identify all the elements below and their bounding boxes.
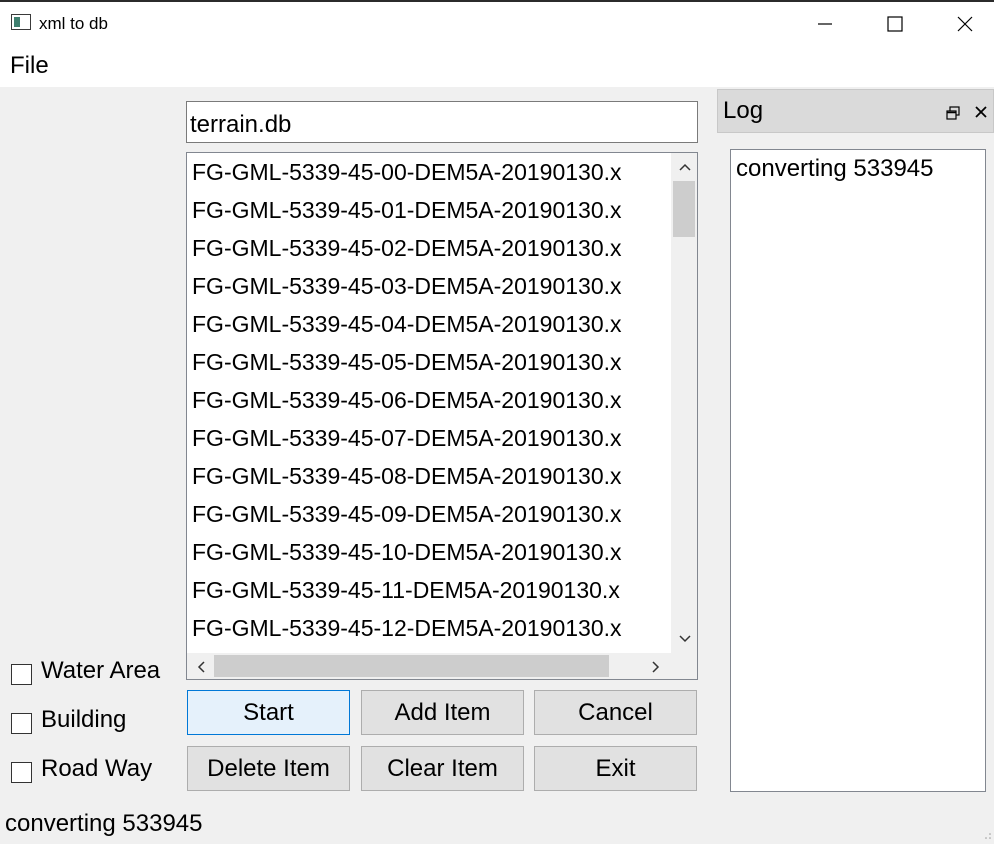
menu-file[interactable]: File bbox=[8, 52, 51, 80]
minimize-icon bbox=[818, 23, 832, 25]
log-text: converting 533945 bbox=[736, 155, 934, 182]
title-bar[interactable]: xml to db bbox=[0, 0, 994, 46]
road-way-label: Road Way bbox=[41, 755, 153, 782]
app-icon bbox=[11, 14, 31, 30]
resize-grip-icon[interactable] bbox=[984, 832, 992, 840]
maximize-button[interactable] bbox=[860, 2, 930, 46]
cancel-button[interactable]: Cancel bbox=[534, 690, 697, 735]
building-checkbox-box[interactable] bbox=[11, 713, 32, 734]
list-item[interactable]: FG-GML-5339-45-09-DEM5A-20190130.x bbox=[192, 495, 622, 533]
vertical-scrollbar[interactable] bbox=[671, 153, 697, 653]
list-item[interactable]: FG-GML-5339-45-00-DEM5A-20190130.x bbox=[192, 153, 622, 191]
file-list[interactable]: FG-GML-5339-45-00-DEM5A-20190130.x FG-GM… bbox=[186, 152, 698, 680]
close-icon bbox=[957, 16, 973, 32]
window-title: xml to db bbox=[39, 14, 108, 33]
list-item[interactable]: FG-GML-5339-45-01-DEM5A-20190130.x bbox=[192, 191, 622, 229]
add-item-button[interactable]: Add Item bbox=[361, 690, 524, 735]
horizontal-scrollbar[interactable] bbox=[187, 653, 671, 679]
water-area-label: Water Area bbox=[41, 657, 161, 684]
start-button[interactable]: Start bbox=[187, 690, 350, 735]
list-item[interactable]: FG-GML-5339-45-07-DEM5A-20190130.x bbox=[192, 419, 622, 457]
delete-item-button[interactable]: Delete Item bbox=[187, 746, 350, 791]
building-label: Building bbox=[41, 706, 127, 733]
db-filename-input[interactable] bbox=[186, 101, 698, 143]
clear-item-button[interactable]: Clear Item bbox=[361, 746, 524, 791]
file-list-rows: FG-GML-5339-45-00-DEM5A-20190130.x FG-GM… bbox=[187, 153, 671, 653]
maximize-icon bbox=[887, 16, 903, 32]
list-item[interactable]: FG-GML-5339-45-08-DEM5A-20190130.x bbox=[192, 457, 622, 495]
list-item[interactable]: FG-GML-5339-45-06-DEM5A-20190130.x bbox=[192, 381, 622, 419]
horizontal-scroll-thumb[interactable] bbox=[214, 655, 609, 677]
menu-bar: File bbox=[0, 46, 994, 87]
log-text-area[interactable]: converting 533945 bbox=[730, 149, 986, 792]
dock-close-icon[interactable] bbox=[974, 105, 988, 119]
scroll-down-icon[interactable] bbox=[679, 635, 691, 643]
exit-button[interactable]: Exit bbox=[534, 746, 697, 791]
status-bar-text: converting 533945 bbox=[5, 810, 203, 837]
minimize-button[interactable] bbox=[790, 2, 860, 46]
close-button[interactable] bbox=[930, 2, 994, 46]
scroll-up-icon[interactable] bbox=[679, 163, 691, 171]
list-item[interactable]: FG-GML-5339-45-11-DEM5A-20190130.x bbox=[192, 571, 620, 609]
scroll-left-icon[interactable] bbox=[197, 661, 205, 673]
list-item[interactable]: FG-GML-5339-45-02-DEM5A-20190130.x bbox=[192, 229, 622, 267]
log-dock-titlebar[interactable]: Log bbox=[717, 89, 994, 133]
vertical-scroll-thumb[interactable] bbox=[673, 181, 695, 237]
road-way-checkbox-box[interactable] bbox=[11, 762, 32, 783]
list-item[interactable]: FG-GML-5339-45-10-DEM5A-20190130.x bbox=[192, 533, 622, 571]
list-item[interactable]: FG-GML-5339-45-03-DEM5A-20190130.x bbox=[192, 267, 622, 305]
water-area-checkbox-box[interactable] bbox=[11, 664, 32, 685]
list-item[interactable]: FG-GML-5339-45-04-DEM5A-20190130.x bbox=[192, 305, 622, 343]
scrollbar-corner bbox=[671, 653, 697, 679]
list-item[interactable]: FG-GML-5339-45-12-DEM5A-20190130.x bbox=[192, 609, 622, 647]
dock-float-icon[interactable] bbox=[946, 106, 960, 120]
log-dock-title: Log bbox=[723, 97, 764, 124]
scroll-right-icon[interactable] bbox=[652, 661, 660, 673]
list-item[interactable]: FG-GML-5339-45-05-DEM5A-20190130.x bbox=[192, 343, 622, 381]
